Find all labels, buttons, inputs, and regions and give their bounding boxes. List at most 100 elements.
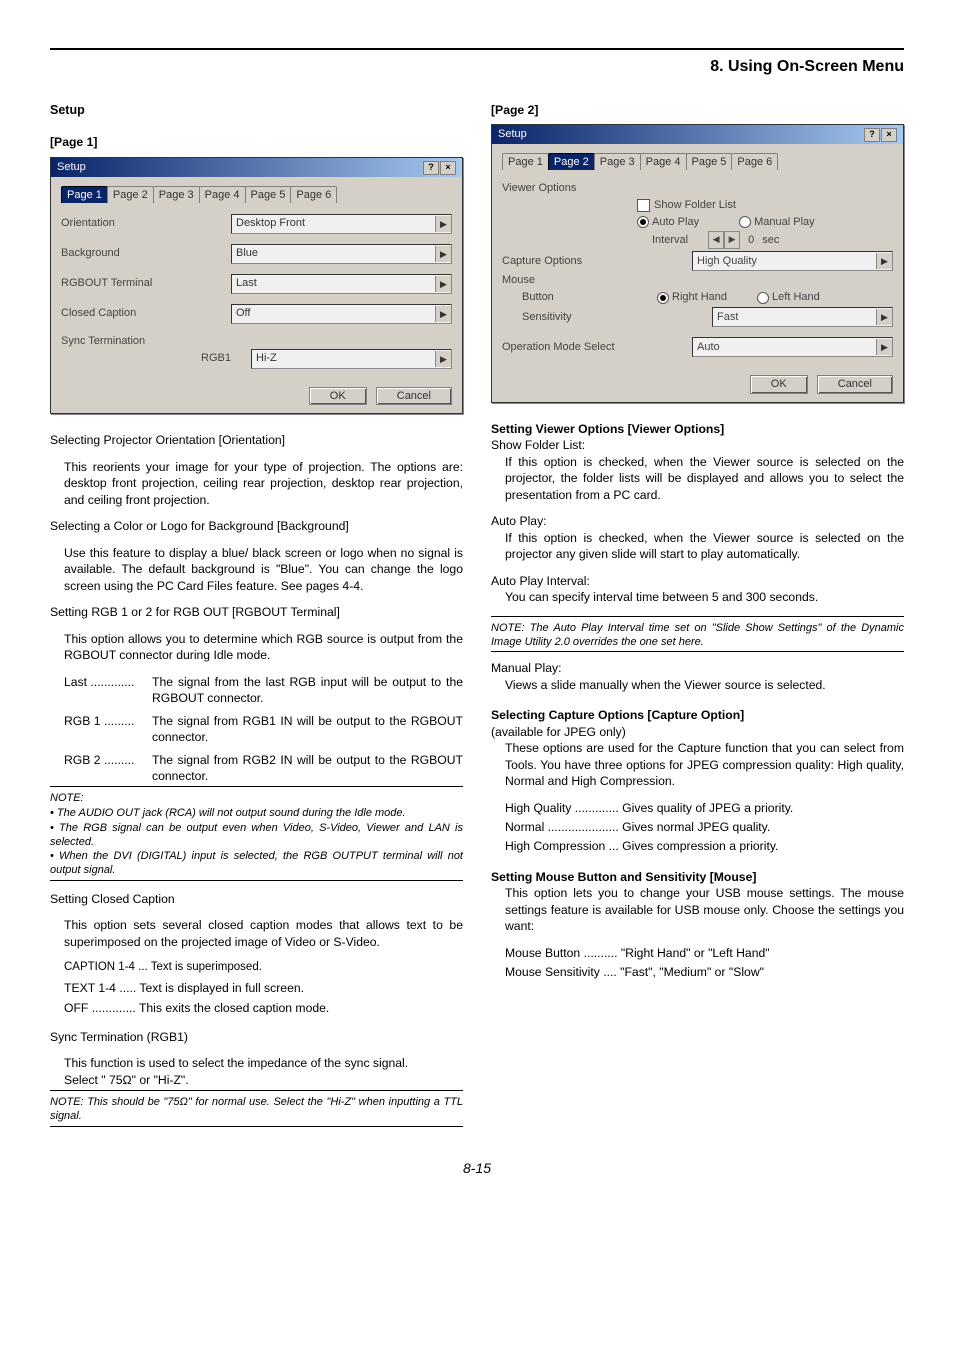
chevron-right-icon[interactable]: ▶ <box>435 306 451 322</box>
divider <box>491 651 904 652</box>
opmode-combo[interactable]: Auto ▶ <box>692 337 893 357</box>
right-hand-label: Right Hand <box>672 290 727 305</box>
last-desc: The signal from the last RGB input will … <box>152 674 463 707</box>
auto-play-radio[interactable] <box>637 216 649 228</box>
orientation-value: Desktop Front <box>236 216 305 231</box>
tab-page2[interactable]: Page 2 <box>107 186 154 203</box>
rgb2-desc: The signal from RGB2 IN will be output t… <box>152 752 463 785</box>
sync-body: This function is used to select the impe… <box>50 1055 463 1071</box>
rgb2-label: RGB 2 ......... <box>64 752 152 785</box>
opmode-value: Auto <box>697 340 720 355</box>
divider <box>50 1090 463 1091</box>
sensitivity-combo[interactable]: Fast ▶ <box>712 307 893 327</box>
chevron-right-icon[interactable]: ▶ <box>724 231 740 249</box>
chevron-right-icon[interactable]: ▶ <box>435 246 451 262</box>
sensitivity-label: Sensitivity <box>502 310 657 325</box>
chevron-left-icon[interactable]: ◀ <box>708 231 724 249</box>
show-folder-label: Show Folder List <box>654 198 736 213</box>
sync-heading: Sync Termination (RGB1) <box>50 1029 463 1045</box>
setup-dialog-page2: Setup ?× Page 1Page 2Page 3Page 4Page 5P… <box>491 124 904 403</box>
sync-select: Select " 75Ω" or "Hi-Z". <box>50 1072 463 1088</box>
mouse-label: Mouse <box>502 273 535 288</box>
tab-page5[interactable]: Page 5 <box>686 153 733 170</box>
manual-play-heading: Manual Play: <box>491 660 904 676</box>
sync-combo[interactable]: Hi-Z ▶ <box>251 349 452 369</box>
rgbout-heading: Setting RGB 1 or 2 for RGB OUT [RGBOUT T… <box>50 604 463 620</box>
opmode-label: Operation Mode Select <box>502 340 692 355</box>
tab-page4[interactable]: Page 4 <box>640 153 687 170</box>
ok-button[interactable]: OK <box>750 375 808 394</box>
chevron-right-icon[interactable]: ▶ <box>876 339 892 355</box>
tab-page1[interactable]: Page 1 <box>61 186 108 203</box>
tab-page4[interactable]: Page 4 <box>199 186 246 203</box>
background-heading: Selecting a Color or Logo for Background… <box>50 518 463 534</box>
manual-play-radio[interactable] <box>739 216 751 228</box>
capture-combo[interactable]: High Quality ▶ <box>692 251 893 271</box>
interval-spinner[interactable]: ◀▶ <box>708 231 740 249</box>
closed-caption-combo[interactable]: Off ▶ <box>231 304 452 324</box>
capture-hq: High Quality ............. Gives quality… <box>491 800 904 816</box>
cancel-button[interactable]: Cancel <box>376 387 452 406</box>
left-column: Setup [Page 1] Setup ?× Page 1Page 2Page… <box>50 102 463 1131</box>
capture-options-label: Capture Options <box>502 254 637 269</box>
heading-page1: [Page 1] <box>50 134 463 150</box>
sync-value: Hi-Z <box>256 351 277 366</box>
capture-available: (available for JPEG only) <box>491 724 904 740</box>
left-hand-radio[interactable] <box>757 292 769 304</box>
close-icon[interactable]: × <box>881 128 897 142</box>
tab-page2[interactable]: Page 2 <box>548 153 595 170</box>
tab-page5[interactable]: Page 5 <box>245 186 292 203</box>
mouse-sensitivity-line: Mouse Sensitivity .... "Fast", "Medium" … <box>491 964 904 980</box>
tab-page6[interactable]: Page 6 <box>731 153 778 170</box>
show-folder-checkbox[interactable] <box>637 199 650 212</box>
manual-play-body: Views a slide manually when the Viewer s… <box>491 677 904 693</box>
chevron-right-icon[interactable]: ▶ <box>435 351 451 367</box>
auto-play-heading: Auto Play: <box>491 513 904 529</box>
heading-page2: [Page 2] <box>491 102 904 118</box>
heading-setup: Setup <box>50 102 463 119</box>
cancel-button[interactable]: Cancel <box>817 375 893 394</box>
chapter-title: 8. Using On-Screen Menu <box>50 56 904 78</box>
chevron-right-icon[interactable]: ▶ <box>435 216 451 232</box>
sync-termination-label-2: RGB1 <box>61 351 251 366</box>
viewer-options-label: Viewer Options <box>502 181 576 196</box>
closed-caption-label: Closed Caption <box>61 306 231 321</box>
rgbout-combo[interactable]: Last ▶ <box>231 274 452 294</box>
rgb1-desc: The signal from RGB1 IN will be output t… <box>152 713 463 746</box>
background-label: Background <box>61 246 231 261</box>
capture-hc: High Compression ... Gives compression a… <box>491 838 904 854</box>
auto-play-interval-body: You can specify interval time between 5 … <box>491 589 904 605</box>
ok-button[interactable]: OK <box>309 387 367 406</box>
titlebar-buttons: ?× <box>863 127 897 142</box>
help-icon[interactable]: ? <box>423 161 439 175</box>
rgbout-body: This option allows you to determine whic… <box>50 631 463 664</box>
divider <box>491 616 904 617</box>
right-hand-radio[interactable] <box>657 292 669 304</box>
chevron-right-icon[interactable]: ▶ <box>876 309 892 325</box>
tab-page6[interactable]: Page 6 <box>290 186 337 203</box>
dialog-title: Setup <box>57 160 86 175</box>
manual-play-label: Manual Play <box>754 215 815 230</box>
orientation-body: This reorients your image for your type … <box>50 459 463 508</box>
auto-play-label: Auto Play <box>652 215 699 230</box>
orientation-heading: Selecting Projector Orientation [Orienta… <box>50 432 463 448</box>
background-combo[interactable]: Blue ▶ <box>231 244 452 264</box>
page-number: 8-15 <box>50 1159 904 1178</box>
mouse-button-line: Mouse Button .......... "Right Hand" or … <box>491 945 904 961</box>
orientation-combo[interactable]: Desktop Front ▶ <box>231 214 452 234</box>
close-icon[interactable]: × <box>440 161 456 175</box>
interval-label: Interval <box>652 233 688 248</box>
tab-page3[interactable]: Page 3 <box>594 153 641 170</box>
rgb1-label: RGB 1 ......... <box>64 713 152 746</box>
cc-off-line: OFF ............. This exits the closed … <box>50 1000 463 1016</box>
tab-page1[interactable]: Page 1 <box>502 153 549 170</box>
chevron-right-icon[interactable]: ▶ <box>435 276 451 292</box>
show-folder-body: If this option is checked, when the View… <box>491 454 904 503</box>
rgbout-label: RGBOUT Terminal <box>61 276 231 291</box>
divider <box>50 786 463 787</box>
chevron-right-icon[interactable]: ▶ <box>876 253 892 269</box>
note1-label: NOTE: <box>50 791 463 806</box>
tab-page3[interactable]: Page 3 <box>153 186 200 203</box>
help-icon[interactable]: ? <box>864 128 880 142</box>
divider <box>50 1126 463 1127</box>
